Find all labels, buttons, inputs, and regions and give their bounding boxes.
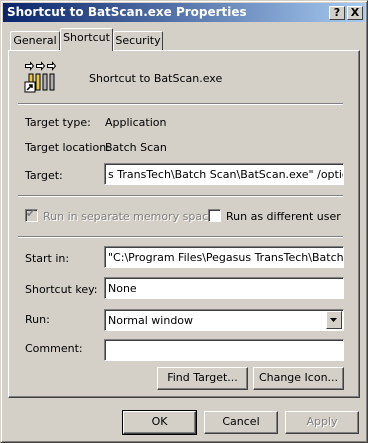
tab-security[interactable]: Security	[113, 31, 163, 51]
properties-window: Shortcut to BatScan.exe Properties ? X G…	[0, 0, 368, 443]
tab-general[interactable]: General	[10, 31, 60, 51]
find-target-label: Find Target...	[167, 371, 238, 384]
change-icon-button[interactable]: Change Icon...	[253, 367, 344, 390]
run-separate-memory-checkbox[interactable]: ✔	[25, 207, 38, 222]
chevron-down-icon	[330, 318, 337, 322]
shortcut-name: Shortcut to BatScan.exe	[89, 72, 223, 85]
separator	[18, 236, 343, 238]
checkmark-icon: ✔	[26, 207, 36, 220]
target-type-value: Application	[105, 116, 167, 129]
target-type-label: Target type:	[25, 116, 91, 129]
start-in-input-value: "C:\Program Files\Pegasus TransTech\Batc…	[108, 251, 344, 264]
change-icon-label: Change Icon...	[258, 371, 339, 384]
batscan-shortcut-icon	[24, 61, 60, 95]
shortcut-key-label: Shortcut key:	[25, 283, 98, 296]
close-button[interactable]: X	[347, 6, 363, 20]
cancel-button[interactable]: Cancel	[204, 411, 278, 434]
ok-label: OK	[151, 415, 168, 428]
run-label: Run:	[25, 313, 50, 326]
comment-label: Comment:	[25, 342, 83, 355]
tab-general-label: General	[13, 34, 57, 47]
separator	[18, 195, 343, 197]
target-label: Target:	[25, 169, 63, 182]
run-select-value: Normal window	[108, 314, 194, 327]
shortcut-key-input[interactable]: None	[104, 277, 344, 299]
find-target-button[interactable]: Find Target...	[157, 367, 248, 390]
window-title: Shortcut to BatScan.exe Properties	[7, 5, 247, 19]
start-in-input[interactable]: "C:\Program Files\Pegasus TransTech\Batc…	[104, 246, 344, 268]
dropdown-arrow-button[interactable]	[326, 311, 342, 329]
comment-input[interactable]	[104, 339, 344, 361]
shortcut-key-input-value: None	[108, 282, 137, 295]
run-as-different-user-label: Run as different user	[226, 210, 341, 223]
separator	[18, 103, 343, 105]
run-separate-memory-label: Run in separate memory space	[43, 210, 215, 223]
apply-button[interactable]: Apply	[285, 411, 359, 434]
ok-button[interactable]: OK	[122, 410, 197, 435]
tab-shortcut[interactable]: Shortcut	[60, 28, 113, 51]
target-location-value: Batch Scan	[105, 141, 167, 154]
start-in-label: Start in:	[25, 252, 70, 265]
run-select[interactable]: Normal window	[104, 309, 344, 331]
target-location-label: Target location:	[25, 141, 110, 154]
target-input-value: s TransTech\Batch Scan\BatScan.exe" /opt…	[108, 168, 344, 181]
tab-security-label: Security	[115, 34, 161, 47]
help-button[interactable]: ?	[329, 6, 345, 20]
title-bar[interactable]: Shortcut to BatScan.exe Properties ? X	[3, 3, 365, 22]
target-input[interactable]: s TransTech\Batch Scan\BatScan.exe" /opt…	[104, 163, 344, 185]
run-as-different-user-checkbox[interactable]	[208, 209, 221, 222]
cancel-label: Cancel	[222, 415, 260, 428]
apply-label: Apply	[306, 415, 338, 428]
tab-shortcut-label: Shortcut	[63, 31, 110, 44]
